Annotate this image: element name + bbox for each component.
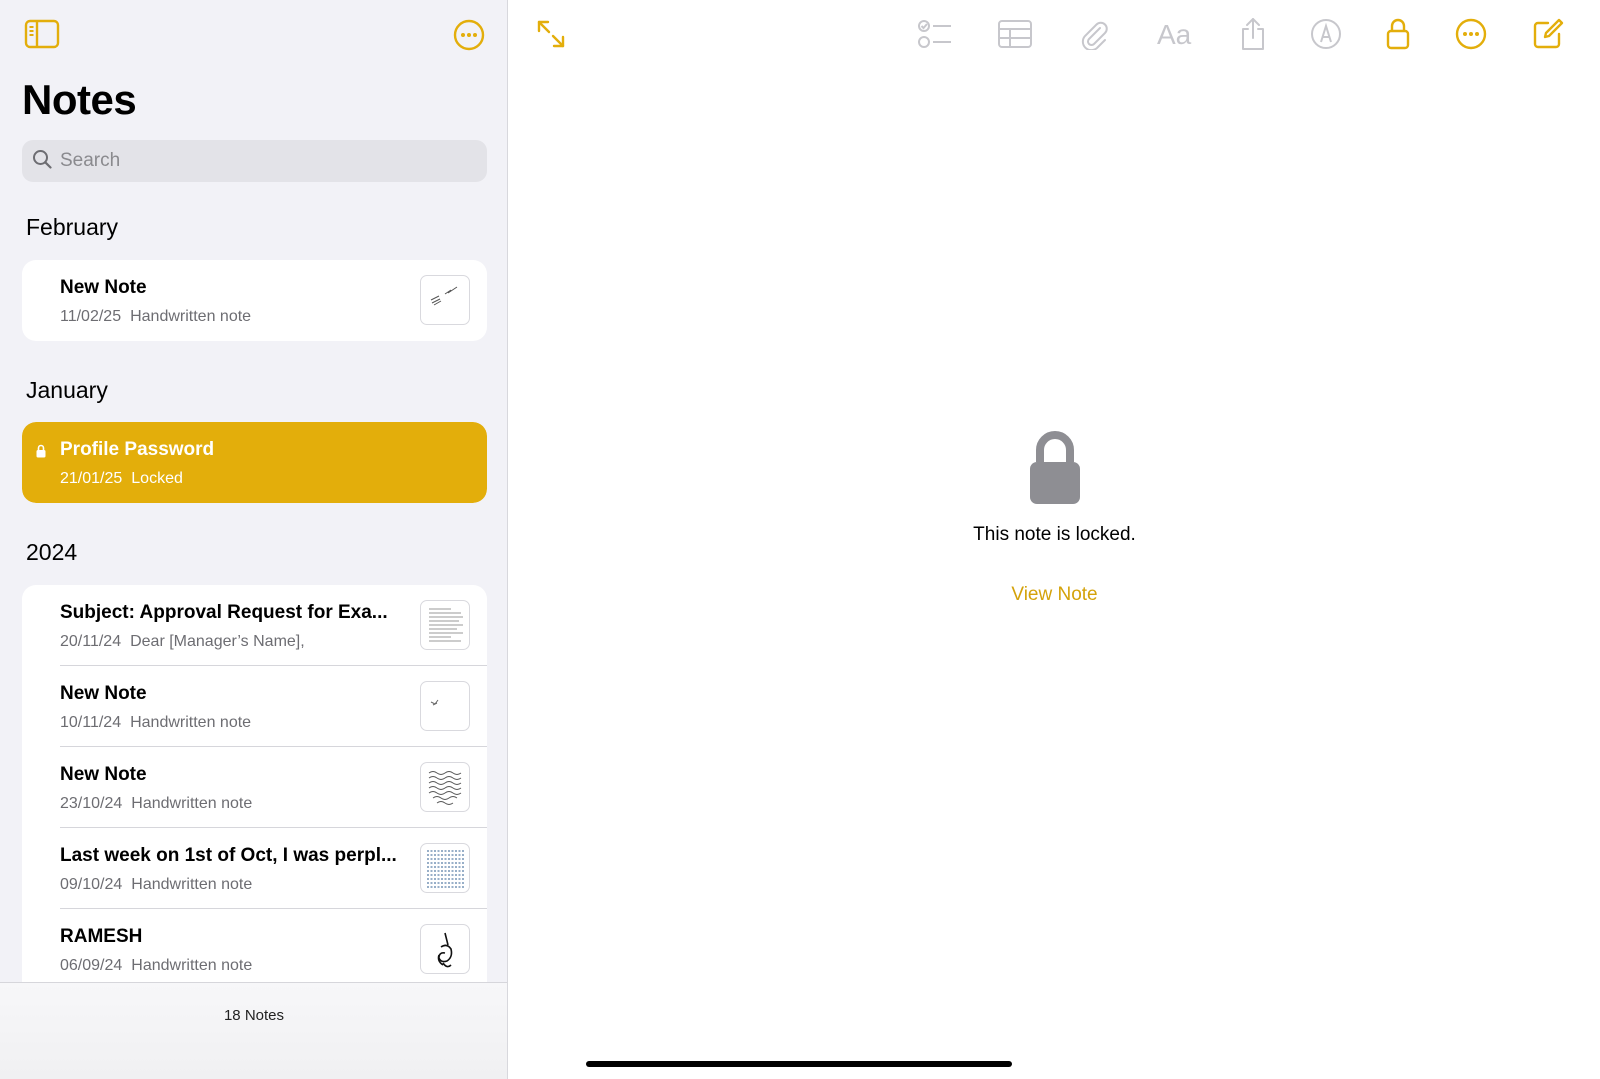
note-list-item[interactable]: New Note 11/02/25 Handwritten note [22, 260, 487, 341]
note-meta: 21/01/25 Locked [60, 470, 183, 488]
note-thumbnail [420, 275, 470, 325]
note-preview: Dear [Manager’s Name], [130, 633, 305, 650]
note-title: Last week on 1st of Oct, I was perpl... [60, 845, 397, 866]
section-heading-2024: 2024 [26, 539, 78, 565]
note-list-item[interactable]: RAMESH 06/09/24 Handwritten note [22, 909, 487, 985]
note-preview: Handwritten note [131, 957, 253, 974]
note-list-item[interactable]: New Note 10/11/24 Handwritten note [22, 666, 487, 747]
note-list-item[interactable]: New Note 23/10/24 Handwritten note [22, 747, 487, 828]
lock-icon[interactable] [1377, 14, 1419, 54]
search-field[interactable] [22, 140, 487, 182]
note-meta: 09/10/24 Handwritten note [60, 876, 252, 894]
sidebar-bottom-bar: 18 Notes [0, 982, 507, 1079]
note-thumbnail [420, 924, 470, 974]
note-title: Profile Password [60, 439, 215, 460]
sidebar-toggle-icon[interactable] [22, 16, 62, 52]
ellipsis-circle-icon[interactable] [1450, 14, 1492, 54]
text-format-icon[interactable]: Aa [1150, 14, 1200, 54]
expand-arrows-icon[interactable] [530, 14, 572, 54]
note-preview: Locked [131, 470, 183, 487]
sidebar-more-icon[interactable] [450, 16, 488, 54]
note-preview: Handwritten note [130, 308, 252, 325]
share-icon[interactable] [1232, 14, 1274, 54]
note-thumbnail [420, 843, 470, 893]
note-preview: Handwritten note [131, 795, 253, 812]
note-title: RAMESH [60, 926, 143, 947]
compose-icon[interactable] [1527, 14, 1569, 54]
note-date: 23/10/24 [60, 795, 123, 812]
note-count: 18 Notes [223, 1007, 285, 1024]
page-title: Notes [22, 76, 137, 123]
view-note-button[interactable]: View Note [1011, 584, 1097, 606]
lock-icon [36, 444, 46, 458]
note-list-item[interactable]: Subject: Approval Request for Exa... 20/… [22, 585, 487, 666]
note-preview: Handwritten note [130, 714, 252, 731]
paperclip-icon[interactable] [1073, 14, 1115, 54]
section-heading-january: January [26, 377, 108, 403]
note-preview: Handwritten note [131, 876, 253, 893]
locked-message: This note is locked. [973, 524, 1136, 545]
note-meta: 06/09/24 Handwritten note [60, 957, 252, 975]
note-meta: 23/10/24 Handwritten note [60, 795, 252, 813]
note-date: 10/11/24 [60, 714, 122, 731]
note-thumbnail [420, 681, 470, 731]
search-input[interactable] [60, 150, 460, 172]
note-thumbnail [420, 762, 470, 812]
note-thumbnail [420, 600, 470, 650]
note-title: New Note [60, 683, 147, 704]
note-title: New Note [60, 764, 147, 785]
notes-group-february: New Note 11/02/25 Handwritten note [22, 260, 487, 341]
note-list-item-selected[interactable]: Profile Password 21/01/25 Locked [22, 422, 487, 503]
note-meta: 11/02/25 Handwritten note [60, 308, 251, 326]
note-date: 20/11/24 [60, 633, 122, 650]
checklist-icon[interactable] [914, 14, 956, 54]
notes-group-january: Profile Password 21/01/25 Locked [22, 422, 487, 503]
note-title: Subject: Approval Request for Exa... [60, 602, 388, 623]
home-indicator [586, 1061, 1012, 1067]
note-date: 09/10/24 [60, 876, 123, 893]
markup-pen-icon[interactable] [1305, 14, 1347, 54]
note-date: 21/01/25 [60, 470, 123, 487]
note-meta: 10/11/24 Handwritten note [60, 714, 251, 732]
note-list-item[interactable]: Last week on 1st of Oct, I was perpl... … [22, 828, 487, 909]
notes-group-2024: Subject: Approval Request for Exa... 20/… [22, 585, 487, 985]
large-lock-icon [1029, 431, 1080, 504]
section-heading-february: February [26, 214, 119, 240]
note-detail-pane: Aa This note is locked. View Note [509, 0, 1600, 1079]
svg-text:Aa: Aa [1157, 19, 1192, 49]
note-date: 11/02/25 [60, 308, 122, 325]
note-title: New Note [60, 277, 147, 298]
note-date: 06/09/24 [60, 957, 123, 974]
locked-note-placeholder: This note is locked. View Note [509, 428, 1600, 606]
search-icon [32, 149, 52, 174]
table-icon[interactable] [994, 14, 1036, 54]
notes-sidebar: Notes February New Note 11/02/25 Handwrit… [0, 0, 508, 1079]
note-meta: 20/11/24 Dear [Manager’s Name], [60, 633, 305, 651]
